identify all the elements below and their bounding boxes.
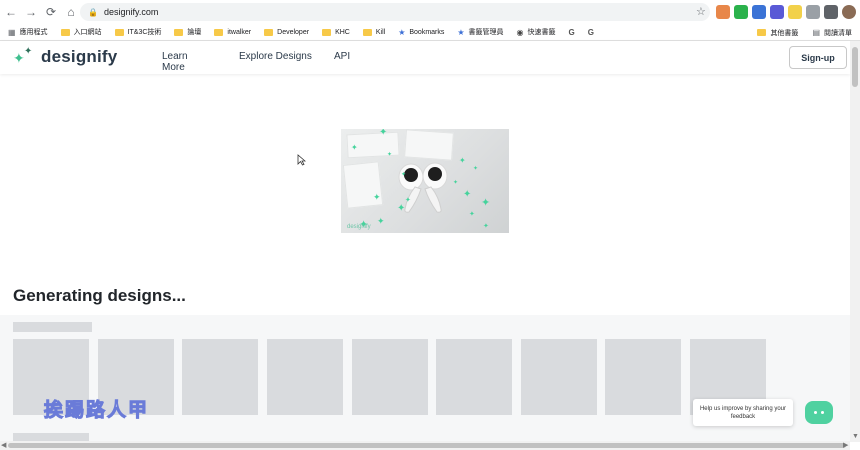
url-text: designify.com (103, 7, 159, 17)
bookmark-folder[interactable]: Kill (362, 28, 385, 36)
bookmark-folder[interactable]: itwalker (214, 28, 251, 36)
home-icon[interactable]: ⌂ (62, 3, 80, 21)
skeleton-card (605, 339, 681, 415)
site-header: ✦ ✦ designify Learn More Explore Designs … (0, 41, 850, 74)
skeleton-card (352, 339, 428, 415)
scroll-right-arrow-icon[interactable]: ▶ (843, 441, 848, 449)
folder-icon (60, 28, 70, 36)
folder-icon (322, 28, 332, 36)
bookmark-folder[interactable]: KHC (322, 28, 350, 36)
logo[interactable]: ✦ ✦ designify (13, 47, 117, 67)
bookmark-apps[interactable]: ▦ 應用程式 (8, 27, 48, 37)
bookmark-google[interactable]: G (588, 28, 594, 37)
skeleton-card (267, 339, 343, 415)
vertical-scrollbar[interactable] (850, 41, 860, 442)
bookmark-star-icon[interactable]: ☆ (696, 5, 706, 18)
sparkle-logo-icon: ✦ ✦ (13, 46, 33, 66)
reading-list-icon[interactable] (806, 5, 820, 19)
lock-icon: 🔒 (88, 7, 98, 17)
other-bookmarks[interactable]: 其他書籤 (757, 28, 798, 38)
bookmark-item[interactable]: ◉ 快速書籤 (517, 27, 556, 37)
scroll-left-arrow-icon[interactable]: ◀ (1, 441, 6, 449)
back-arrow-icon[interactable]: ← (2, 3, 20, 21)
bookmark-folder[interactable]: 入口網站 (60, 27, 102, 37)
folder-icon (362, 28, 372, 36)
reading-list[interactable]: ▤ 閱讀清單 (812, 28, 852, 38)
avatar-icon[interactable] (842, 5, 856, 19)
bookmark-item[interactable]: ★ Bookmarks (398, 28, 444, 37)
google-icon: G (568, 27, 575, 37)
forward-arrow-icon[interactable]: → (22, 3, 40, 21)
google-icon: G (587, 27, 594, 37)
apps-grid-icon: ▦ (8, 27, 16, 37)
skeleton-card (521, 339, 597, 415)
airpods-drawing (398, 162, 448, 213)
bookmark-folder[interactable]: Developer (264, 28, 309, 36)
folder-icon (174, 28, 184, 36)
extension-icon-4[interactable] (770, 5, 784, 19)
extension-icon-1[interactable] (716, 5, 730, 19)
skeleton-label (13, 433, 89, 441)
watermark-stamp: 挨踢路人甲 (43, 399, 150, 422)
star-icon: ★ (457, 27, 465, 37)
image-watermark: designify (347, 224, 371, 230)
bookmark-folder[interactable]: IT&3C技術 (114, 27, 161, 37)
reload-icon[interactable]: ⟳ (42, 3, 60, 21)
skeleton-card (182, 339, 258, 415)
bookmark-google[interactable]: G (569, 28, 575, 37)
skeleton-label (13, 322, 92, 332)
address-bar[interactable]: 🔒 designify.com (80, 3, 710, 21)
scroll-down-arrow-icon[interactable]: ▼ (852, 433, 859, 440)
translate-icon[interactable] (752, 5, 766, 19)
horizontal-scroll-thumb[interactable] (8, 443, 846, 448)
puzzle-icon[interactable] (824, 5, 838, 19)
extension-icons: ⋮ (716, 5, 860, 19)
mouse-cursor-icon (297, 154, 306, 166)
generating-heading: Generating designs... (13, 286, 186, 305)
folder-icon (114, 28, 124, 36)
vertical-scroll-thumb[interactable] (852, 47, 858, 87)
bookmark-item[interactable]: ★ 書籤管理員 (457, 27, 503, 37)
nav-learn-more[interactable]: Learn More (162, 51, 188, 73)
feedback-bubble[interactable]: Help us improve by sharing your feedback (693, 399, 793, 426)
chatbot-icon[interactable] (805, 401, 833, 424)
globe-icon: ◉ (516, 27, 524, 37)
folder-icon (214, 28, 224, 36)
bookmarks-bar: ▦ 應用程式 入口網站 IT&3C技術 論壇 itwalker Developer… (0, 24, 860, 41)
star-icon: ★ (398, 27, 406, 37)
reading-list-icon: ▤ (812, 28, 820, 37)
bookmark-folder[interactable]: 論壇 (174, 27, 201, 37)
airpods-image: ✦ ✦ ✦ ✦ ✦ ✦ ✦ ✦ ✦ ✦ ✦ ✦ ✦ ✦ ✦ ✦ designif… (341, 129, 509, 233)
skeleton-card (436, 339, 512, 415)
evernote-icon[interactable] (734, 5, 748, 19)
signup-button[interactable]: Sign-up (789, 46, 847, 69)
folder-icon (264, 28, 274, 36)
nav-api[interactable]: API (334, 51, 350, 62)
bookmarks-right: 其他書籤 ▤ 閱讀清單 (757, 24, 852, 41)
logo-text: designify (41, 47, 118, 66)
nav-explore-designs[interactable]: Explore Designs (239, 51, 312, 62)
extension-icon-5[interactable] (788, 5, 802, 19)
folder-icon (757, 29, 767, 36)
